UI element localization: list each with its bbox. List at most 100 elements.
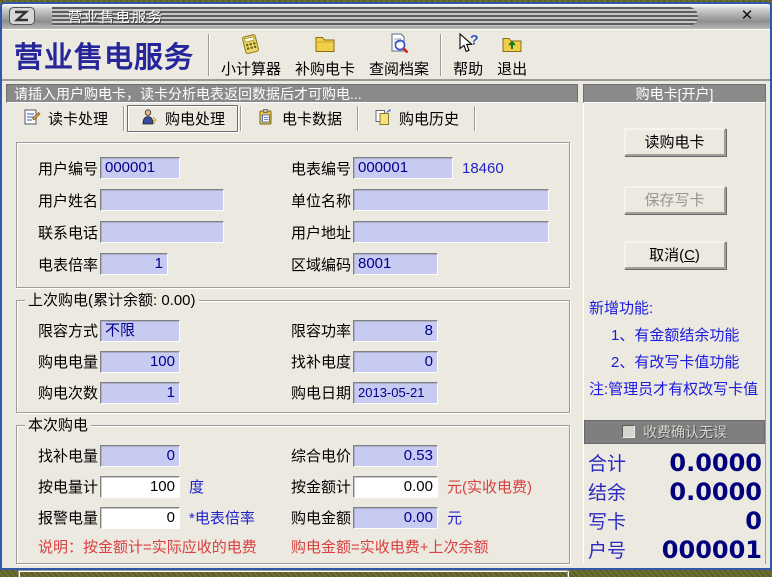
limit-mode-label: 限容方式: [38, 320, 100, 341]
write-card-label: 写卡: [588, 507, 626, 534]
tab-read-card[interactable]: 读卡处理: [10, 105, 121, 132]
tab-separator: [123, 106, 125, 131]
user-info-groupbox: 用户编号 000001 电表编号 000001 18460 用户姓名: [16, 142, 570, 288]
tab-card-data[interactable]: 电卡数据: [244, 105, 355, 132]
app-title: 营业售电服务: [2, 34, 204, 76]
summary-panel: 合计 0.0000 结余 0.0000 写卡 0 户号: [584, 444, 765, 564]
by-amount-input[interactable]: 0.00: [353, 476, 438, 498]
by-qty-label: 按电量计: [38, 476, 100, 497]
title-bar[interactable]: 营业售电服务 ✕: [2, 4, 770, 29]
user-name-field[interactable]: [100, 189, 224, 211]
amount-label: 购电金额: [291, 507, 353, 528]
calculator-button-label: 小计算器: [221, 61, 281, 78]
adjust-degree-field[interactable]: 0: [353, 351, 438, 373]
right-panel: 购电卡[开户] 读购电卡 保存写卡 取消(C) 新增功能: 1、有金额结余功能 …: [583, 84, 766, 564]
user-no-field[interactable]: 000001: [100, 157, 180, 179]
purchase-date-label: 购电日期: [291, 382, 353, 403]
summary-row-total: 合计 0.0000: [588, 448, 762, 477]
form-row: 报警电量 0 *电表倍率 购电金额 0.00 元: [17, 502, 569, 533]
adjust-qty-field[interactable]: 0: [100, 445, 180, 467]
summary-row-account: 户号 000001: [588, 535, 762, 564]
adjust-qty-label: 找补电量: [38, 445, 100, 466]
window-logo-icon: [9, 7, 35, 25]
confirm-bar: 收费确认无误: [584, 420, 765, 444]
adjust-degree-label: 找补电度: [291, 351, 353, 372]
meter-no-field[interactable]: 000001: [353, 157, 453, 179]
panel-title: 购电卡[开户]: [583, 84, 766, 103]
price-field[interactable]: 0.53: [353, 445, 438, 467]
purchase-times-label: 购电次数: [38, 382, 100, 403]
notes-row: 说明：按金额计=实际应收的电费 购电金额=实收电费+上次余额: [17, 533, 569, 559]
by-qty-unit: 度: [189, 476, 204, 497]
alarm-qty-label: 报警电量: [38, 507, 100, 528]
window-title: 营业售电服务: [68, 7, 164, 27]
tab-buy-power[interactable]: 购电处理: [127, 105, 238, 132]
energy-label: 购电电量: [38, 351, 100, 372]
feature-notes: 新增功能: 1、有金额结余功能 2、有改写卡值功能 注:管理员才有权改写卡值: [584, 295, 765, 403]
phone-field[interactable]: [100, 221, 224, 243]
close-icon[interactable]: ✕: [734, 6, 760, 26]
account-no-label: 户号: [588, 536, 626, 563]
form-row: 限容方式 不限 限容功率 8: [17, 315, 569, 346]
view-archive-button-label: 查阅档案: [369, 61, 429, 78]
confirm-checkbox[interactable]: [622, 425, 635, 438]
form-row: 找补电量 0 综合电价 0.53: [17, 440, 569, 471]
alarm-qty-input[interactable]: 0: [100, 507, 180, 529]
org-name-field[interactable]: [353, 189, 549, 211]
amount-field[interactable]: 0.00: [353, 507, 438, 529]
by-amount-label: 按金额计: [291, 476, 353, 497]
form-row: 按电量计 100 度 按金额计 0.00 元(实收电费): [17, 471, 569, 502]
toolbar: 营业售电服务 小计算器 补购电卡 查阅档案: [2, 29, 770, 81]
confirm-label: 收费确认无误: [643, 422, 727, 442]
meter-rate-field[interactable]: 1: [100, 253, 168, 275]
toolbar-separator: [208, 34, 210, 76]
tab-card-data-label: 电卡数据: [282, 108, 342, 129]
limit-power-field[interactable]: 8: [353, 320, 438, 342]
limit-mode-field[interactable]: 不限: [100, 320, 180, 342]
purchase-date-field[interactable]: 2013-05-21: [353, 382, 438, 404]
help-button[interactable]: ? 帮助: [446, 31, 490, 79]
view-archive-button[interactable]: 查阅档案: [362, 31, 436, 79]
total-value: 0.0000: [669, 449, 762, 477]
by-qty-input[interactable]: 100: [100, 476, 180, 498]
last-purchase-groupbox: 上次购电(累计余额: 0.00) 限容方式 不限 限容功率 8: [16, 300, 570, 413]
tab-separator: [357, 106, 359, 131]
feature-note-2: 2、有改写卡值功能: [589, 349, 765, 376]
save-write-card-button: 保存写卡: [624, 186, 726, 214]
last-purchase-title: 上次购电(累计余额: 0.00): [25, 292, 199, 309]
meter-extra-value: 18460: [462, 160, 504, 177]
calculator-button[interactable]: 小计算器: [214, 31, 288, 79]
org-name-label: 单位名称: [291, 190, 353, 211]
buy-power-icon: [140, 108, 158, 130]
exit-icon: [499, 32, 525, 61]
form-row: 用户编号 000001 电表编号 000001 18460: [17, 152, 569, 184]
tab-history[interactable]: 购电历史: [361, 105, 472, 132]
price-label: 综合电价: [291, 445, 353, 466]
address-label: 用户地址: [291, 222, 353, 243]
feature-note-3: 注:管理员才有权改写卡值: [589, 376, 765, 403]
current-purchase-groupbox: 本次购电 找补电量 0 综合电价 0.53: [16, 425, 570, 564]
summary-row-balance: 结余 0.0000: [588, 477, 762, 506]
cancel-button[interactable]: 取消(C): [624, 241, 726, 269]
user-name-label: 用户姓名: [38, 190, 100, 211]
tab-bar: 读卡处理 购电处理 电卡数据: [6, 103, 578, 134]
repurchase-card-button[interactable]: 补购电卡: [288, 31, 362, 79]
alarm-qty-unit: *电表倍率: [189, 507, 255, 528]
svg-text:?: ?: [470, 32, 479, 48]
tab-content: 用户编号 000001 电表编号 000001 18460 用户姓名: [6, 134, 578, 577]
purchase-times-field[interactable]: 1: [100, 382, 180, 404]
energy-field[interactable]: 100: [100, 351, 180, 373]
calculator-icon: [238, 32, 264, 61]
user-no-label: 用户编号: [38, 158, 100, 179]
address-field[interactable]: [353, 221, 549, 243]
feature-note-1: 1、有金额结余功能: [589, 322, 765, 349]
tab-history-label: 购电历史: [399, 108, 459, 129]
meter-no-label: 电表编号: [291, 158, 353, 179]
current-purchase-note1: 说明：按金额计=实际应收的电费: [38, 536, 291, 557]
form-row: 购电次数 1 购电日期 2013-05-21: [17, 377, 569, 408]
toolbar-separator: [440, 34, 442, 76]
read-card-button[interactable]: 读购电卡: [624, 128, 726, 156]
area-code-field[interactable]: 8001: [353, 253, 438, 275]
form-row: 购电电量 100 找补电度 0: [17, 346, 569, 377]
exit-button[interactable]: 退出: [490, 31, 534, 79]
